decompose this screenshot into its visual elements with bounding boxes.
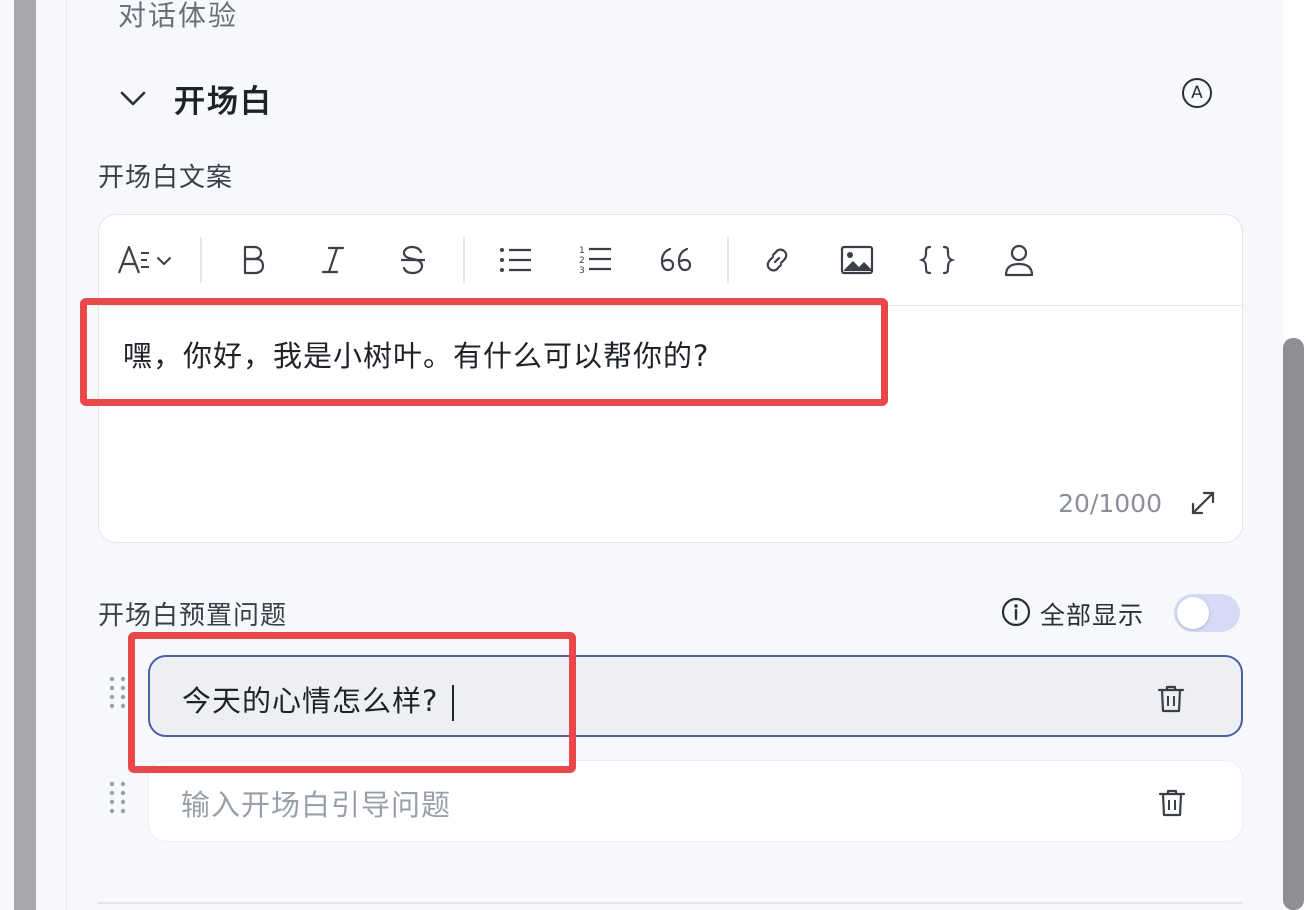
section-title: 对话体验: [118, 0, 239, 32]
svg-text:1: 1: [579, 246, 585, 256]
toolbar-separator: [463, 237, 465, 283]
code-braces-icon[interactable]: [917, 239, 957, 281]
left-divider: [14, 0, 36, 910]
editor-toolbar: 1 2 3: [99, 215, 1242, 306]
bold-icon[interactable]: [235, 239, 271, 281]
info-icon[interactable]: [1001, 597, 1031, 627]
opening-section-header[interactable]: 开场白: [118, 72, 273, 124]
opening-copy-label: 开场白文案: [98, 163, 234, 193]
show-all-label: 全部显示: [1040, 601, 1145, 630]
preset-question-placeholder[interactable]: 输入开场白引导问题: [181, 782, 451, 824]
chevron-down-icon[interactable]: [118, 83, 148, 113]
image-icon[interactable]: [839, 239, 875, 281]
delete-icon[interactable]: [1158, 788, 1186, 818]
link-icon[interactable]: [759, 239, 795, 281]
drag-handle-icon[interactable]: [108, 675, 128, 709]
app-canvas: 对话体验 开场白 A 开场白文案 1 2 3 嘿，你好，我是小树叶。有什么可以帮…: [0, 0, 1306, 910]
delete-icon[interactable]: [1157, 684, 1185, 714]
italic-icon[interactable]: [315, 239, 351, 281]
svg-text:3: 3: [579, 266, 585, 276]
strikethrough-icon[interactable]: [395, 239, 431, 281]
drag-handle-icon[interactable]: [108, 780, 128, 814]
opening-title: 开场白: [174, 83, 273, 120]
user-variable-icon[interactable]: [1001, 239, 1037, 281]
annotation-highlight-box: [80, 298, 888, 406]
auto-a-icon[interactable]: A: [1182, 78, 1212, 108]
section-divider: [98, 902, 1243, 904]
text-style-icon[interactable]: [113, 239, 179, 281]
numbered-list-icon[interactable]: 1 2 3: [577, 239, 615, 281]
auto-a-icon-letter: A: [1191, 83, 1203, 103]
bullet-list-icon[interactable]: [497, 239, 535, 281]
quote-icon[interactable]: [657, 239, 695, 281]
expand-icon[interactable]: [1188, 488, 1218, 518]
toolbar-separator: [200, 237, 202, 283]
character-counter: 20/1000: [1058, 489, 1162, 518]
scrollbar-thumb[interactable]: [1283, 338, 1304, 910]
preset-questions-label: 开场白预置问题: [98, 601, 288, 631]
annotation-highlight-box: [128, 632, 576, 773]
toolbar-separator: [727, 237, 729, 283]
toggle-knob: [1177, 597, 1209, 629]
show-all-toggle[interactable]: [1174, 594, 1240, 632]
svg-text:2: 2: [579, 256, 585, 266]
